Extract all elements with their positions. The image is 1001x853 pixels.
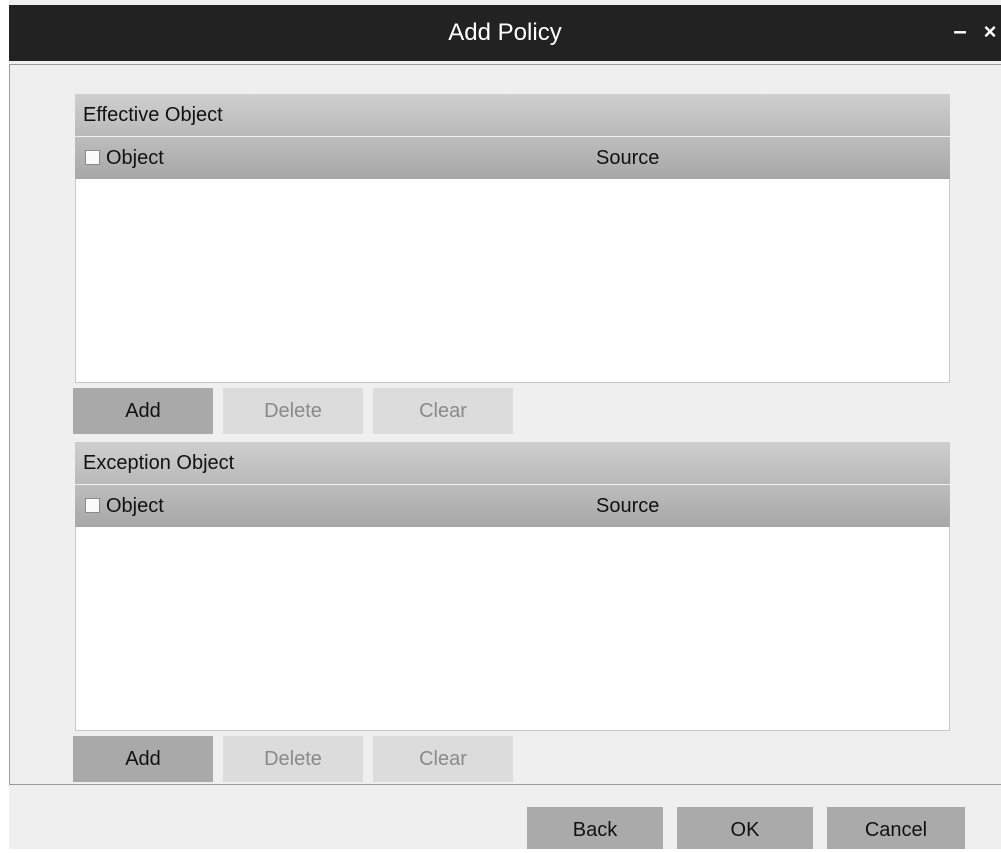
ok-button[interactable]: OK [677, 807, 813, 849]
exception-object-header: Exception Object [75, 442, 950, 484]
close-button[interactable]: × [977, 17, 1001, 47]
exception-col-source: Source [596, 495, 660, 517]
exception-clear-button[interactable]: Clear [373, 736, 513, 782]
add-policy-dialog: Add Policy – × Effective Object Object S… [9, 0, 1001, 849]
title-bar: Add Policy – × [9, 5, 1001, 61]
effective-add-button[interactable]: Add [73, 388, 213, 434]
effective-object-header: Effective Object [75, 94, 950, 136]
exception-object-list[interactable] [75, 527, 950, 731]
exception-delete-button[interactable]: Delete [223, 736, 363, 782]
exception-column-header: Object Source [75, 485, 950, 527]
dialog-title: Add Policy [448, 19, 562, 46]
effective-col-object: Object [106, 147, 164, 169]
effective-col-source: Source [596, 147, 660, 169]
effective-delete-button[interactable]: Delete [223, 388, 363, 434]
effective-column-header: Object Source [75, 137, 950, 179]
exception-col-object: Object [106, 495, 164, 517]
effective-object-list[interactable] [75, 179, 950, 383]
effective-select-all-checkbox[interactable] [85, 150, 100, 165]
effective-clear-button[interactable]: Clear [373, 388, 513, 434]
cancel-button[interactable]: Cancel [827, 807, 965, 849]
back-button[interactable]: Back [527, 807, 663, 849]
exception-add-button[interactable]: Add [73, 736, 213, 782]
exception-select-all-checkbox[interactable] [85, 498, 100, 513]
minimize-button[interactable]: – [947, 17, 973, 47]
